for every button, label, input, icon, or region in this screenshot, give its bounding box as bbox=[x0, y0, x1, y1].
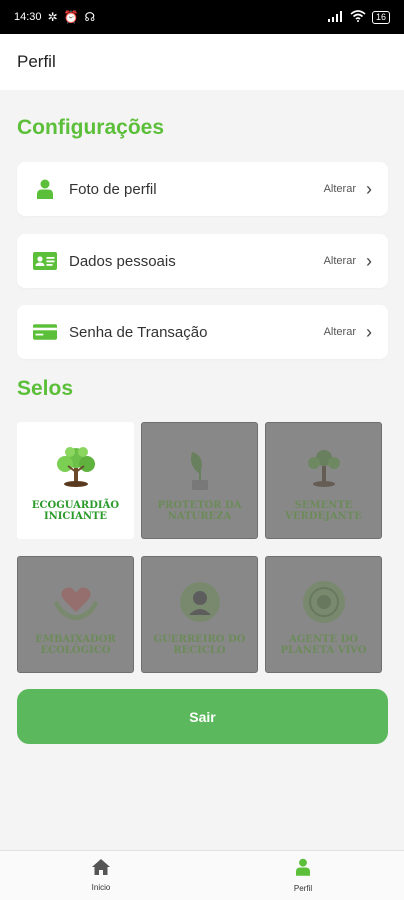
settings-item-label: Dados pessoais bbox=[69, 252, 176, 270]
badge-label: SEMENTE VERDEJANTE bbox=[285, 499, 362, 522]
settings-item-label: Senha de Transação bbox=[69, 323, 208, 341]
badge-ecoguardian[interactable]: ECOGUARDIÃO INICIANTE bbox=[17, 422, 134, 539]
badge-nature-protector[interactable]: PROTETOR DA NATUREZA bbox=[141, 422, 258, 539]
chevron-right-icon: › bbox=[366, 179, 372, 199]
wifi-icon bbox=[350, 10, 366, 24]
settings-section-title: Configurações bbox=[17, 116, 165, 139]
settings-status-icon: ✲ bbox=[47, 10, 58, 24]
warrior-icon bbox=[172, 574, 228, 630]
badge-recycle-warrior[interactable]: GUERREIRO DO RECICLO bbox=[141, 556, 258, 673]
badge-eco-ambassador[interactable]: EMBAIXADOR ECOLÓGICO bbox=[17, 556, 134, 673]
page-title: Perfil bbox=[17, 52, 56, 71]
chevron-right-icon: › bbox=[366, 251, 372, 271]
status-bar: 14:30 ✲ ⏰ ☊ 16 bbox=[0, 0, 404, 34]
settings-item-label: Foto de perfil bbox=[69, 180, 157, 198]
bottom-nav: Inicio Perfil bbox=[0, 850, 404, 900]
change-link[interactable]: Alterar bbox=[324, 255, 356, 267]
tree-icon bbox=[296, 440, 352, 496]
badge-living-planet-agent[interactable]: AGENTE DO PLANETA VIVO bbox=[265, 556, 382, 673]
headset-icon: ☊ bbox=[84, 10, 96, 24]
badge-label: GUERREIRO DO RECICLO bbox=[153, 633, 246, 656]
change-link[interactable]: Alterar bbox=[324, 326, 356, 338]
tree-icon bbox=[48, 440, 104, 496]
status-right: 16 bbox=[327, 10, 390, 24]
change-link[interactable]: Alterar bbox=[324, 183, 356, 195]
heart-hands-icon bbox=[48, 574, 104, 630]
nav-item-home[interactable]: Inicio bbox=[0, 851, 202, 900]
nav-item-profile[interactable]: Perfil bbox=[202, 851, 404, 900]
badge-label: ECOGUARDIÃO INICIANTE bbox=[31, 499, 120, 522]
seal-icon bbox=[296, 574, 352, 630]
badges-section-title: Selos bbox=[17, 377, 74, 400]
status-left: 14:30 ✲ ⏰ ☊ bbox=[14, 11, 95, 23]
sprout-icon bbox=[172, 440, 228, 496]
badge-green-seed[interactable]: SEMENTE VERDEJANTE bbox=[265, 422, 382, 539]
nav-label: Inicio bbox=[91, 883, 111, 892]
logout-button[interactable]: Sair bbox=[17, 689, 388, 744]
app-header: Perfil bbox=[0, 34, 404, 90]
user-icon bbox=[33, 179, 57, 199]
settings-item-profile-photo[interactable]: Foto de perfil Alterar › bbox=[17, 162, 388, 216]
battery-icon: 16 bbox=[371, 10, 390, 24]
id-card-icon bbox=[33, 252, 57, 270]
badge-label: AGENTE DO PLANETA VIVO bbox=[280, 633, 367, 656]
badge-label: EMBAIXADOR ECOLÓGICO bbox=[35, 633, 116, 656]
badge-label: PROTETOR DA NATUREZA bbox=[157, 499, 242, 522]
credit-card-icon bbox=[33, 323, 57, 341]
home-icon bbox=[92, 859, 110, 880]
nav-label: Perfil bbox=[293, 884, 313, 893]
user-icon bbox=[296, 858, 310, 881]
settings-item-personal-data[interactable]: Dados pessoais Alterar › bbox=[17, 234, 388, 288]
status-time: 14:30 bbox=[14, 11, 42, 23]
signal-icon bbox=[327, 10, 344, 24]
chevron-right-icon: › bbox=[366, 322, 372, 342]
settings-item-transaction-password[interactable]: Senha de Transação Alterar › bbox=[17, 305, 388, 359]
alarm-icon: ⏰ bbox=[63, 10, 79, 24]
